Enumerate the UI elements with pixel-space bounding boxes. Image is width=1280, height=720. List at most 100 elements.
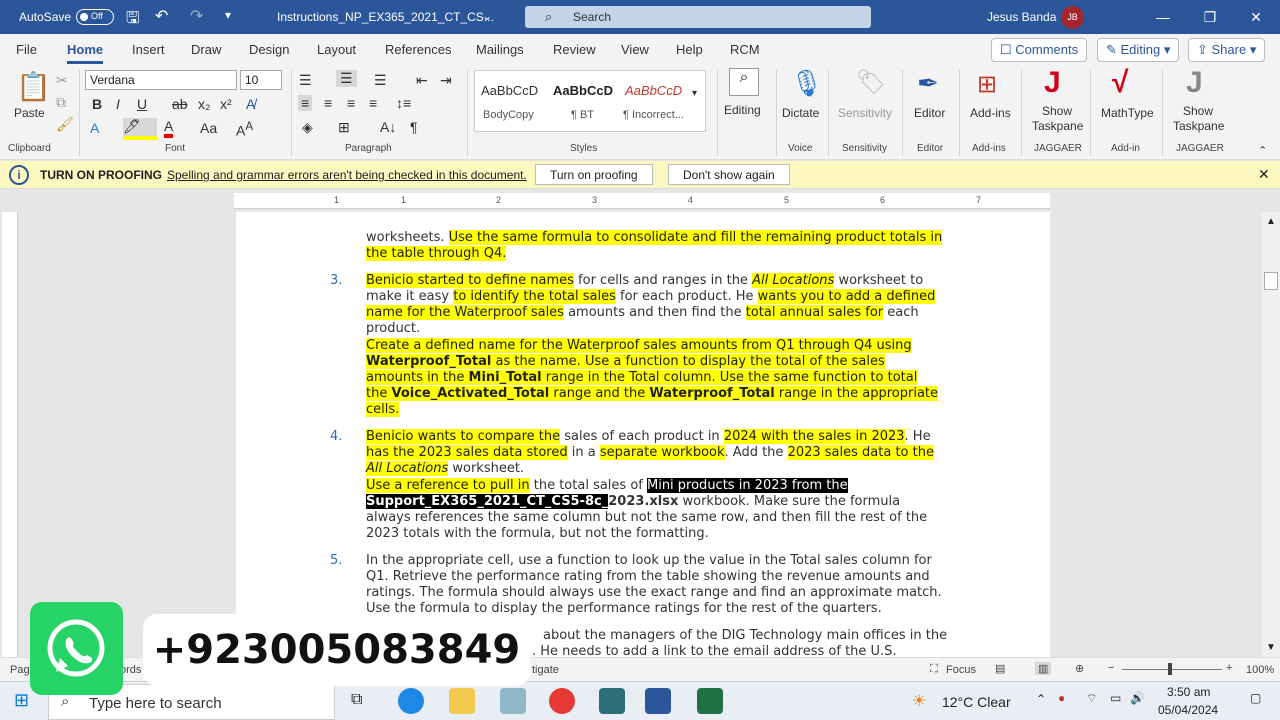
- minimize-button[interactable]: —: [1140, 0, 1186, 34]
- editing-label[interactable]: Editing: [724, 103, 761, 117]
- cut-icon[interactable]: ✂: [56, 72, 68, 89]
- editor-icon[interactable]: ✒: [917, 68, 939, 99]
- strikethrough-icon[interactable]: ab: [172, 96, 188, 112]
- weather-icon[interactable]: ☀: [912, 691, 926, 711]
- subscript-icon[interactable]: x₂: [198, 96, 210, 112]
- microphone-icon[interactable]: 🎙: [790, 68, 823, 99]
- document-line[interactable]: All Locations worksheet.: [366, 461, 524, 477]
- document-line[interactable]: the Voice_Activated_Total range and the …: [366, 386, 939, 402]
- restore-button[interactable]: ❐: [1187, 0, 1233, 34]
- tab-mailings[interactable]: Mailings: [476, 42, 524, 57]
- document-line[interactable]: Benicio wants to compare the sales of ea…: [366, 429, 931, 445]
- tab-help[interactable]: Help: [676, 42, 703, 57]
- undo-icon[interactable]: ↶: [155, 6, 168, 26]
- show-formatting-icon[interactable]: ¶: [410, 119, 418, 135]
- copy-icon[interactable]: ⧉: [56, 94, 66, 111]
- align-left-icon[interactable]: ≡: [298, 95, 313, 111]
- close-icon[interactable]: ✕: [1258, 166, 1270, 183]
- show-taskpane-label-2[interactable]: Show Taskpane: [1173, 104, 1224, 134]
- notifications-icon[interactable]: ▢: [1250, 691, 1261, 705]
- styles-gallery[interactable]: AaBbCcD BodyCopy AaBbCcD ¶ BT AaBbCcD ¶ …: [474, 70, 706, 132]
- save-icon[interactable]: 🖫: [126, 7, 140, 34]
- accessibility-status[interactable]: tigate: [532, 664, 559, 676]
- document-line[interactable]: product.: [366, 321, 420, 337]
- addins-icon[interactable]: ⊞: [977, 70, 997, 99]
- increase-indent-icon[interactable]: ⇥: [440, 72, 452, 89]
- share-button[interactable]: ⇪ Share ▾: [1188, 38, 1266, 62]
- mathtype-icon[interactable]: √: [1112, 66, 1128, 100]
- tab-file[interactable]: File: [16, 42, 37, 57]
- document-line[interactable]: make it easy to identify the total sales…: [366, 289, 936, 305]
- tab-rcm[interactable]: RCM: [730, 42, 760, 57]
- highlight-color-icon[interactable]: 🖊: [123, 118, 157, 140]
- document-line[interactable]: Use a reference to pull in the total sal…: [366, 478, 848, 494]
- web-layout-icon[interactable]: ⊕: [1075, 662, 1084, 675]
- style-preview-bt[interactable]: AaBbCcD: [553, 83, 613, 98]
- tab-design[interactable]: Design: [249, 42, 289, 57]
- tab-review[interactable]: Review: [553, 42, 596, 57]
- battery-icon[interactable]: ▭: [1110, 691, 1121, 705]
- document-line[interactable]: about the managers of the DIG Technology…: [543, 628, 947, 644]
- document-line[interactable]: the table through Q4.: [366, 246, 507, 262]
- zoom-slider-handle[interactable]: [1168, 663, 1172, 675]
- chevron-down-icon[interactable]: ⌄: [482, 9, 492, 23]
- document-line[interactable]: Waterproof_Total as the name. Use a func…: [366, 354, 885, 370]
- show-taskpane-label[interactable]: Show Taskpane: [1032, 104, 1083, 134]
- zoom-level[interactable]: 100%: [1246, 664, 1274, 676]
- document-line[interactable]: amounts in the Mini_Total range in the T…: [366, 370, 918, 386]
- sensitivity-icon[interactable]: 🏷: [856, 68, 886, 97]
- underline-icon[interactable]: U: [137, 96, 147, 112]
- user-name[interactable]: Jesus Banda: [987, 10, 1056, 24]
- mathtype-label[interactable]: MathType: [1101, 106, 1154, 120]
- style-preview-bodycopy[interactable]: AaBbCcD: [481, 83, 538, 98]
- dictate-label[interactable]: Dictate: [782, 106, 819, 120]
- task-view-icon[interactable]: ⧉: [351, 691, 362, 709]
- document-line[interactable]: always references the same column but no…: [366, 510, 927, 526]
- vertical-ruler[interactable]: [2, 212, 18, 657]
- document-page[interactable]: worksheets. Use the same formula to cons…: [236, 212, 1050, 657]
- document-line[interactable]: Support_EX365_2021_CT_CS5-8c_2023.xlsx w…: [366, 494, 900, 510]
- tab-layout[interactable]: Layout: [317, 42, 356, 57]
- style-preview-incorrect[interactable]: AaBbCcD: [625, 83, 682, 98]
- chevron-up-icon[interactable]: ⌃: [1036, 692, 1046, 706]
- search-box[interactable]: ⌕ Search: [525, 6, 871, 28]
- network-icon[interactable]: ⌔: [1086, 691, 1097, 706]
- weather-text[interactable]: 12°C Clear: [942, 694, 1011, 710]
- document-line[interactable]: In the appropriate cell, use a function …: [366, 553, 932, 569]
- line-spacing-icon[interactable]: ↕≡: [396, 95, 411, 111]
- multilevel-list-icon[interactable]: ☰: [374, 72, 387, 89]
- font-name-box[interactable]: Verdana: [85, 70, 237, 90]
- notification-message[interactable]: Spelling and grammar errors aren't being…: [167, 168, 527, 182]
- shading-icon[interactable]: ◈: [302, 119, 313, 136]
- font-color-icon[interactable]: A: [164, 118, 174, 138]
- volume-icon[interactable]: 🔊: [1130, 691, 1145, 705]
- word-icon[interactable]: [645, 688, 671, 714]
- paste-icon[interactable]: 📋: [16, 70, 51, 103]
- bold-icon[interactable]: B: [92, 96, 102, 112]
- app-icon[interactable]: [500, 688, 526, 714]
- document-line[interactable]: ratings. The formula should always use t…: [366, 585, 942, 601]
- addins-label[interactable]: Add-ins: [970, 106, 1011, 120]
- tab-insert[interactable]: Insert: [132, 42, 165, 57]
- document-line[interactable]: Q1. Retrieve the performance rating from…: [366, 569, 930, 585]
- superscript-icon[interactable]: x²: [220, 96, 232, 112]
- bullets-icon[interactable]: ☰: [299, 72, 312, 89]
- tab-view[interactable]: View: [621, 42, 649, 57]
- document-line[interactable]: Benicio started to define names for cell…: [366, 273, 923, 289]
- tab-home[interactable]: Home: [67, 42, 104, 64]
- grow-font-icon[interactable]: AA: [236, 120, 253, 139]
- record-icon[interactable]: ●: [1058, 691, 1065, 705]
- horizontal-ruler[interactable]: 1 1 2 3 4 5 6 7: [234, 193, 1050, 209]
- document-line[interactable]: cells.: [366, 402, 400, 418]
- comments-button[interactable]: ☐ Comments: [991, 38, 1088, 62]
- document-line[interactable]: . He needs to add a link to the email ad…: [532, 644, 897, 657]
- excel-icon[interactable]: [697, 688, 723, 714]
- document-line[interactable]: 2023 totals with the formula, but not th…: [366, 526, 709, 542]
- borders-icon[interactable]: ⊞: [338, 119, 350, 136]
- find-icon[interactable]: ⌕: [729, 68, 759, 96]
- focus-icon[interactable]: ⛶: [930, 663, 938, 676]
- align-right-icon[interactable]: ≡: [347, 95, 355, 111]
- file-explorer-icon[interactable]: [449, 688, 475, 714]
- clear-formatting-icon[interactable]: A̸: [246, 96, 255, 112]
- tab-draw[interactable]: Draw: [191, 42, 221, 57]
